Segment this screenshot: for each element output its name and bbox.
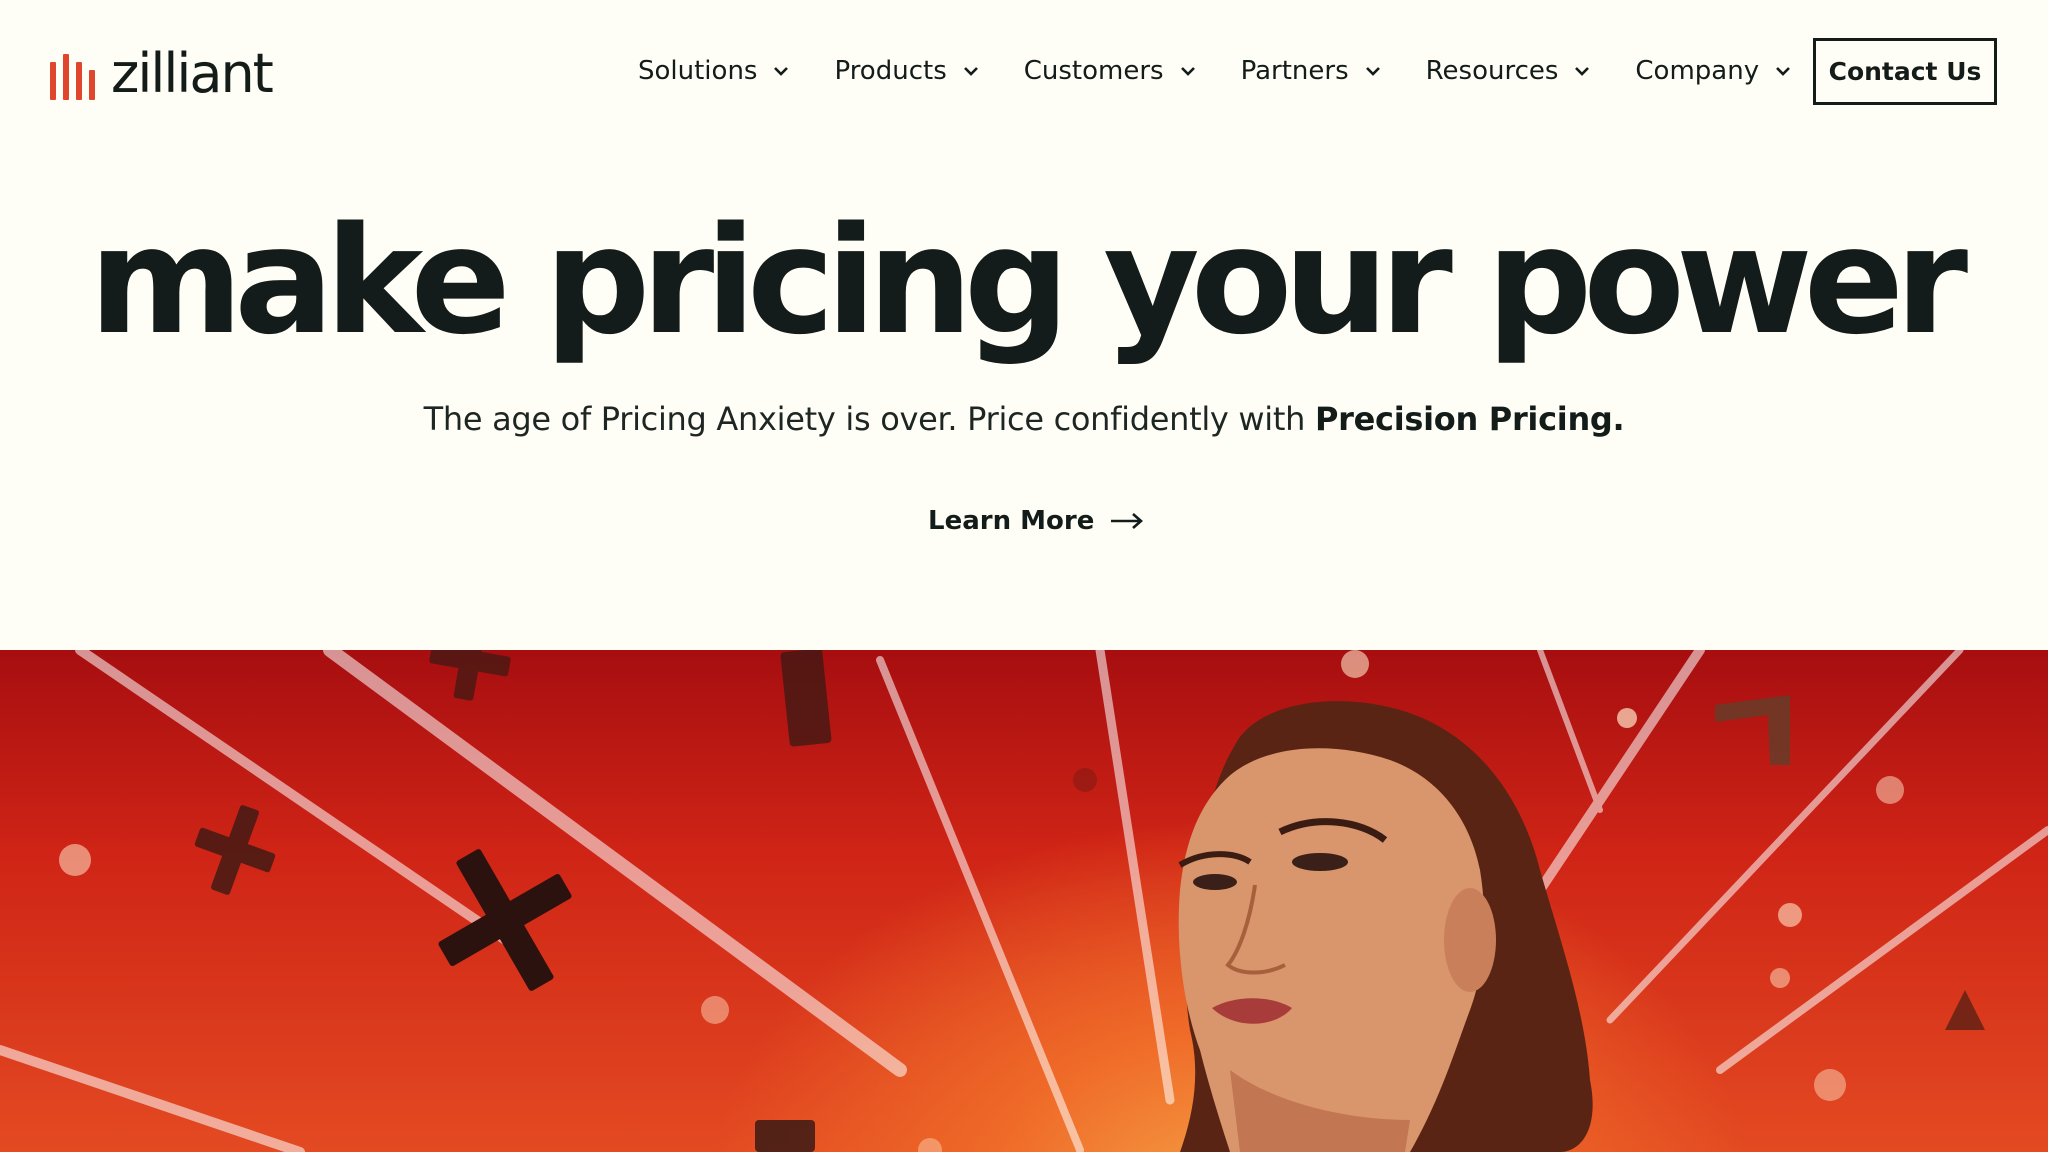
nav-item-products[interactable]: Products xyxy=(834,56,978,86)
nav-item-partners[interactable]: Partners xyxy=(1241,56,1381,86)
nav-item-label: Partners xyxy=(1240,56,1349,86)
main-nav: Solutions Products Customers Partners Re… xyxy=(638,56,1836,86)
figure-eye xyxy=(1292,853,1348,871)
learn-more-link[interactable]: Learn More xyxy=(928,506,1144,536)
hero-subline-emphasis: Precision Pricing. xyxy=(1315,400,1625,438)
nav-item-label: Resources xyxy=(1425,56,1559,86)
nav-item-company[interactable]: Company xyxy=(1635,56,1791,86)
arrow-right-icon xyxy=(1111,513,1144,529)
chevron-down-icon xyxy=(1365,67,1380,76)
chevron-down-icon xyxy=(1180,67,1195,76)
logo[interactable]: zilliant xyxy=(50,42,274,105)
nav-item-label: Products xyxy=(834,56,947,86)
chevron-down-icon xyxy=(1575,67,1590,76)
nav-item-label: Solutions xyxy=(638,56,758,86)
hero-headline: make pricing your power xyxy=(88,195,1968,367)
figure-eye xyxy=(1193,874,1237,890)
learn-more-label: Learn More xyxy=(928,506,1095,536)
nav-item-solutions[interactable]: Solutions xyxy=(638,56,789,86)
page: zilliant Solutions Products Customers Pa… xyxy=(0,0,2048,1152)
nav-item-label: Customers xyxy=(1023,56,1164,86)
nav-item-resources[interactable]: Resources xyxy=(1426,56,1591,86)
nav-item-customers[interactable]: Customers xyxy=(1024,56,1196,86)
hero-image xyxy=(0,650,2048,1152)
logo-bars-icon xyxy=(50,54,95,100)
logo-text: zilliant xyxy=(111,42,274,105)
figure-face xyxy=(1178,748,1485,1152)
chevron-down-icon xyxy=(1776,67,1791,76)
site-header: zilliant Solutions Products Customers Pa… xyxy=(0,0,2048,150)
contact-us-button[interactable]: Contact Us xyxy=(1813,38,1997,105)
chevron-down-icon xyxy=(774,67,789,76)
light-beams xyxy=(0,650,2048,1152)
hero-subline-text: The age of Pricing Anxiety is over. Pric… xyxy=(423,400,1315,438)
hero-subline: The age of Pricing Anxiety is over. Pric… xyxy=(0,400,2048,438)
chevron-down-icon xyxy=(963,67,978,76)
hero-illustration xyxy=(0,650,2048,1152)
nav-item-label: Company xyxy=(1635,56,1760,86)
